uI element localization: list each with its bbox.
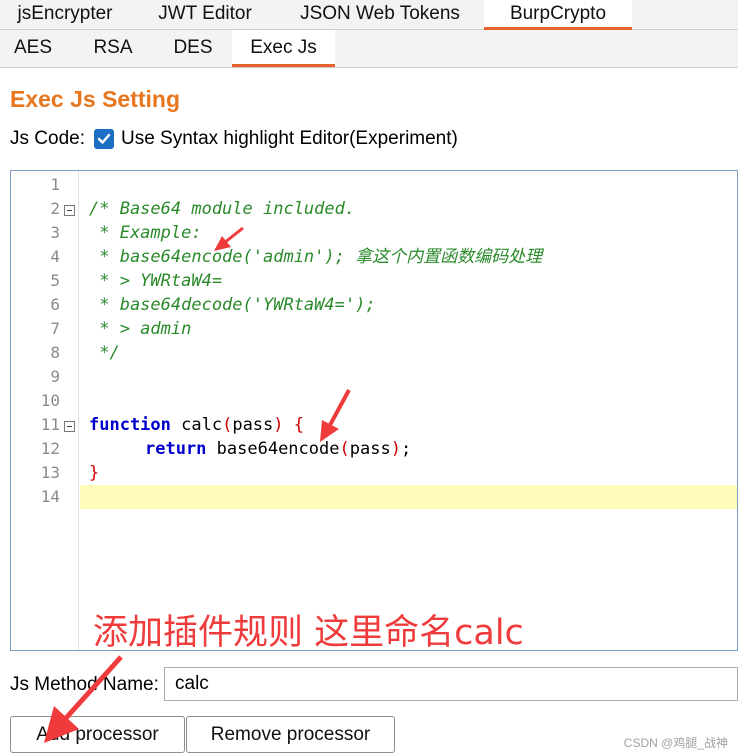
code-line: * > admin (89, 319, 192, 339)
code-line: * > YWRtaW4= (89, 271, 223, 291)
line-number: 9 (50, 367, 60, 386)
keyword-function: function (89, 415, 171, 435)
identifier-pass: pass (349, 439, 391, 459)
current-line-highlight (80, 485, 737, 509)
line-number: 3 (50, 223, 60, 242)
code-line: * base64encode('admin'); 拿这个内置函数编码处理 (89, 247, 543, 267)
line-number: 2 (50, 199, 60, 218)
line-number: 7 (50, 319, 60, 338)
code-line: * Example: (89, 223, 202, 243)
watermark: CSDN @鸡腿_战神 (623, 736, 728, 750)
keyword-return: return (145, 439, 207, 459)
add-processor-button[interactable]: Add processor (10, 716, 185, 753)
editor-gutter: 1 2 3 4 5 6 7 8 9 11 10 12 13 14 (11, 171, 79, 650)
identifier-base64encode: base64encode (206, 439, 340, 459)
js-code-label: Js Code: (10, 128, 85, 149)
top-tab-bar: jsEncrypter JWT Editor JSON Web Tokens B… (0, 0, 738, 30)
identifier-pass: pass (232, 415, 274, 435)
code-line-return: return base64encode(pass); (145, 437, 411, 461)
identifier-calc: calc (170, 415, 223, 435)
tab-jwt-editor[interactable]: JWT Editor (130, 0, 280, 30)
code-line-function: function calc(pass) { (89, 413, 304, 437)
js-method-label: Js Method Name: (10, 674, 159, 695)
js-method-name-input[interactable]: calc (164, 667, 738, 701)
line-number: 12 (40, 439, 60, 458)
section-title: Exec Js Setting (10, 86, 181, 112)
fold-toggle-icon[interactable] (64, 205, 75, 216)
remove-processor-button[interactable]: Remove processor (186, 716, 395, 753)
js-code-editor[interactable]: 1 2 3 4 5 6 7 8 9 11 10 12 13 14 /* Base… (10, 170, 738, 651)
line-number: 5 (50, 271, 60, 290)
syntax-highlight-checkbox[interactable] (93, 129, 114, 149)
line-number: 11 (40, 415, 60, 434)
tab-aes[interactable]: AES (0, 30, 66, 67)
tab-burpcrypto[interactable]: BurpCrypto (484, 0, 632, 30)
fold-toggle-icon[interactable] (64, 421, 75, 432)
line-number: 13 (40, 463, 60, 482)
paren: ( (222, 415, 233, 435)
code-line: /* Base64 module included. (89, 199, 356, 219)
paren-brace: ) { (273, 415, 304, 435)
code-line: */ (89, 343, 120, 363)
line-number: 1 (50, 175, 60, 194)
checkmark-icon (97, 133, 111, 144)
tab-exec-js[interactable]: Exec Js (232, 30, 335, 67)
tab-json-web-tokens[interactable]: JSON Web Tokens (280, 0, 480, 30)
js-code-row: Js Code: Use Syntax highlight Editor(Exp… (10, 126, 458, 152)
code-line: * base64decode('YWRtaW4='); (89, 295, 376, 315)
sub-tab-bar: AES RSA DES Exec Js (0, 30, 738, 68)
line-number: 14 (40, 487, 60, 506)
line-number: 4 (50, 247, 60, 266)
syntax-highlight-label[interactable]: Use Syntax highlight Editor(Experiment) (121, 128, 458, 150)
semicolon: ; (400, 439, 412, 459)
line-number: 6 (50, 295, 60, 314)
annotation-text: 添加插件规则 这里命名calc (93, 613, 524, 653)
paren: ( (339, 439, 350, 459)
code-line-brace: } (89, 463, 100, 483)
tab-des[interactable]: DES (160, 30, 226, 67)
js-method-row: Js Method Name: (10, 668, 159, 702)
tab-rsa[interactable]: RSA (80, 30, 146, 67)
line-number: 8 (50, 343, 60, 362)
paren: ) (390, 439, 401, 459)
line-number: 10 (40, 391, 60, 410)
tab-jsencrypter[interactable]: jsEncrypter (0, 0, 130, 30)
